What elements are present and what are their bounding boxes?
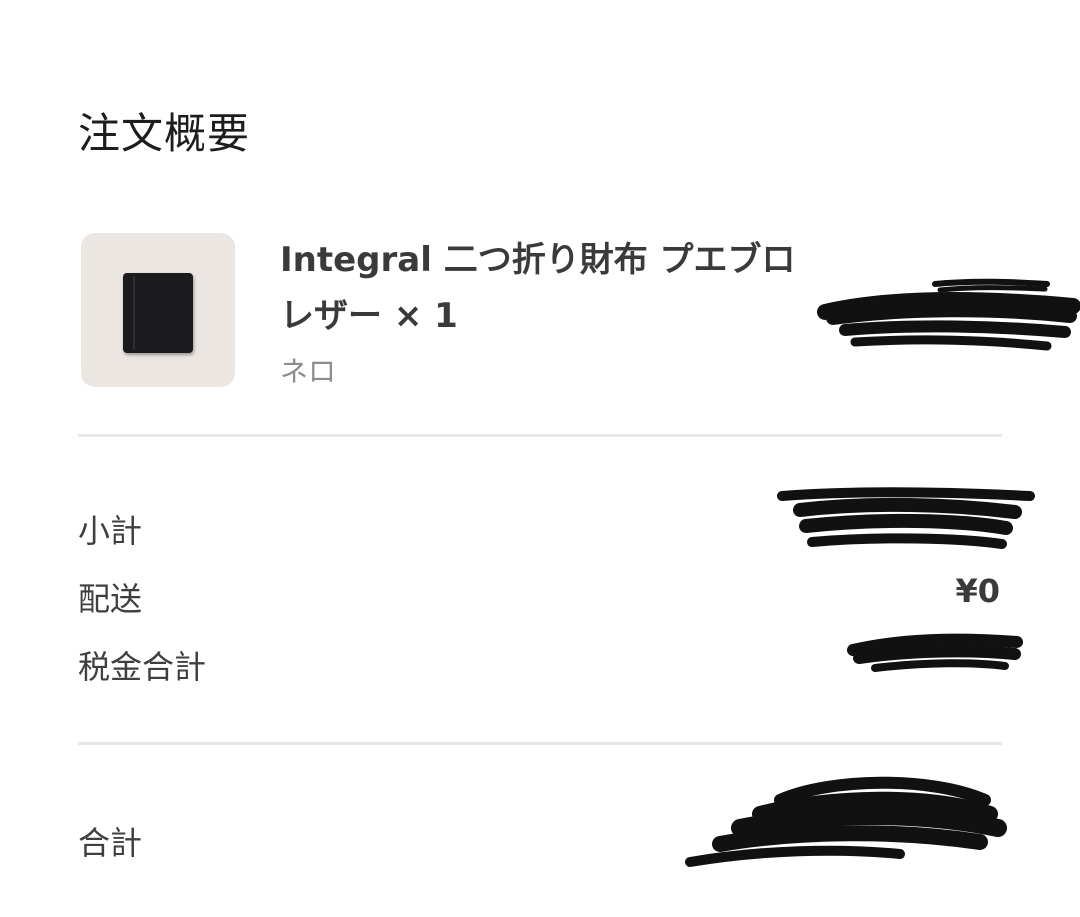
divider-bottom [78,742,1002,745]
order-summary-page: 注文概要 Integral 二つ折り財布 プエブロレザー × 1 ネロ 小計 配… [0,0,1080,917]
wallet-image-edge [133,276,135,350]
divider-top [78,434,1002,437]
redacted-subtotal [777,487,1035,549]
product-thumbnail [81,233,235,387]
product-name: Integral 二つ折り財布 プエブロレザー × 1 [280,240,796,336]
product-variant: ネロ [280,355,337,388]
tax-total-label: 税金合計 [78,648,207,686]
page-title: 注文概要 [78,109,251,158]
shipping-label: 配送 [78,580,143,618]
redacted-tax-total [847,633,1023,672]
total-label: 合計 [78,824,143,862]
redacted-item-price [817,278,1080,351]
shipping-value: ¥0 [955,572,1000,610]
redacted-total [685,776,1007,867]
subtotal-label: 小計 [78,512,143,550]
